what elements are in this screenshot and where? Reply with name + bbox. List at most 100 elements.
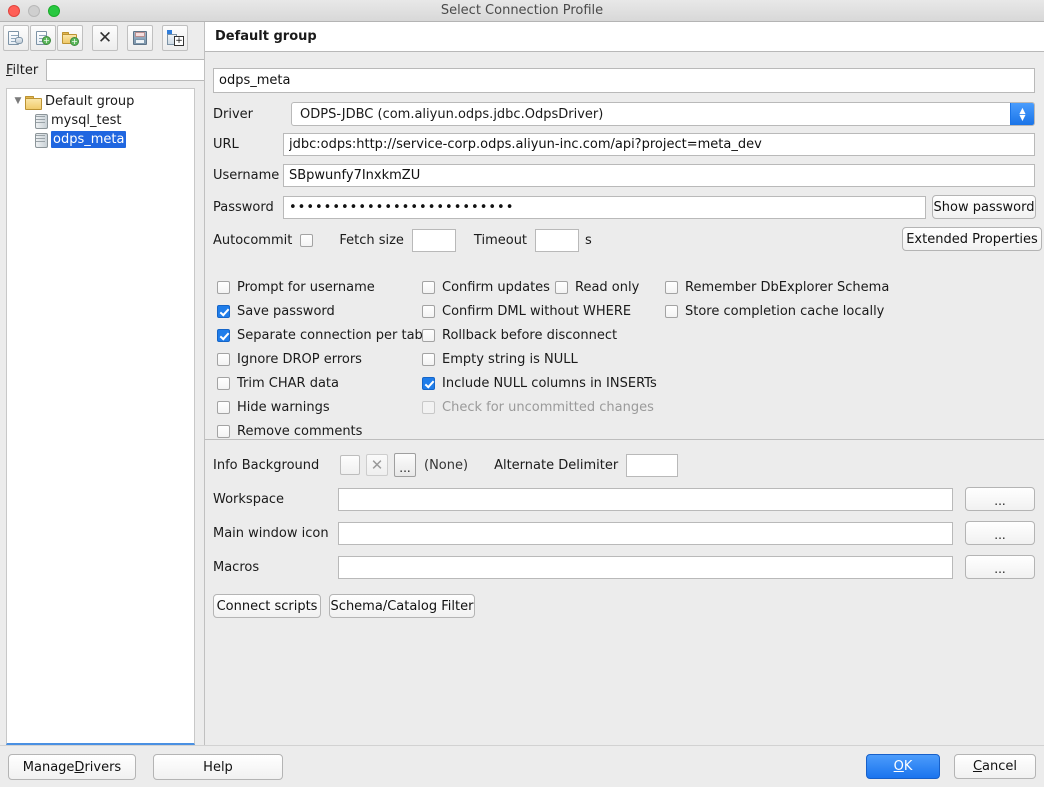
option-rollback-before-disconnect[interactable]: Rollback before disconnect <box>422 328 617 343</box>
url-row: URL <box>213 133 1035 156</box>
filter-label: Filter <box>6 62 39 78</box>
new-profile-in-group-button[interactable]: + <box>162 25 188 51</box>
checkbox[interactable] <box>422 329 435 342</box>
show-password-button[interactable]: Show password <box>932 195 1036 219</box>
schema-catalog-filter-button[interactable]: Schema/Catalog Filter <box>329 594 475 618</box>
checkbox[interactable] <box>217 305 230 318</box>
option-prompt-for-username[interactable]: Prompt for username <box>217 280 375 295</box>
tree-item-odps-meta[interactable]: odps_meta <box>7 130 194 149</box>
option-remove-comments[interactable]: Remove comments <box>217 424 362 439</box>
macros-browse-button[interactable]: ... <box>965 555 1035 579</box>
checkbox[interactable] <box>422 305 435 318</box>
checkbox[interactable] <box>217 401 230 414</box>
tree-item-mysql-test[interactable]: mysql_test <box>7 111 194 130</box>
new-group-button[interactable]: + <box>57 25 83 51</box>
macros-input[interactable] <box>338 555 953 579</box>
username-input[interactable] <box>283 164 1035 187</box>
delete-profile-button[interactable]: ✕ <box>92 25 118 51</box>
timeout-input[interactable] <box>535 229 580 252</box>
choose-color-button[interactable]: ... <box>394 453 416 477</box>
help-button[interactable]: Help <box>153 754 283 780</box>
tree-group-label: Default group <box>45 94 135 109</box>
main-window-icon-input[interactable] <box>338 521 953 545</box>
checkbox[interactable] <box>665 305 678 318</box>
url-input[interactable] <box>283 133 1035 156</box>
option-label: Check for uncommitted changes <box>442 400 654 415</box>
label-part: Manage <box>22 759 75 775</box>
fetch-size-input[interactable] <box>411 229 456 252</box>
label-part: K <box>903 759 913 774</box>
info-background-swatch[interactable] <box>340 455 360 475</box>
checkbox[interactable] <box>217 425 230 438</box>
option-include-null-columns-in-inserts[interactable]: Include NULL columns in INSERTs <box>422 376 657 391</box>
checkbox[interactable] <box>422 353 435 366</box>
option-remember-dbexplorer-schema[interactable]: Remember DbExplorer Schema <box>665 280 889 295</box>
alternate-delimiter-label: Alternate Delimiter <box>494 457 619 473</box>
tree-item-label-selected: odps_meta <box>51 131 127 148</box>
alternate-delimiter-input[interactable] <box>626 453 679 477</box>
option-check-for-uncommitted-changes: Check for uncommitted changes <box>422 400 654 415</box>
manage-drivers-button[interactable]: Manage Drivers <box>8 754 136 780</box>
connect-scripts-button[interactable]: Connect scripts <box>213 594 321 618</box>
checkbox[interactable] <box>217 353 230 366</box>
option-store-completion-cache-locally[interactable]: Store completion cache locally <box>665 304 884 319</box>
new-connection-profile-button[interactable] <box>3 25 29 51</box>
option-confirm-updates[interactable]: Confirm updates <box>422 280 550 295</box>
option-confirm-dml-without-where[interactable]: Confirm DML without WHERE <box>422 304 631 319</box>
username-row: Username <box>213 164 1035 187</box>
connection-profile-tree[interactable]: ▼ Default group mysql_test odps_meta <box>6 88 195 745</box>
option-empty-string-is-null[interactable]: Empty string is NULL <box>422 352 578 367</box>
timeout-unit-label: s <box>585 233 592 248</box>
fetch-size-label: Fetch size <box>339 233 404 248</box>
checkbox[interactable] <box>217 329 230 342</box>
tree-group-row[interactable]: ▼ Default group <box>7 92 194 111</box>
option-label: Save password <box>237 304 335 319</box>
chevron-updown-icon[interactable]: ▲ ▼ <box>1010 103 1034 125</box>
autocommit-checkbox[interactable] <box>300 234 314 247</box>
option-save-password[interactable]: Save password <box>217 304 335 319</box>
driver-label: Driver <box>213 106 254 122</box>
workspace-browse-button[interactable]: ... <box>965 487 1035 511</box>
info-background-value: (None) <box>424 457 469 473</box>
option-hide-warnings[interactable]: Hide warnings <box>217 400 330 415</box>
url-label: URL <box>213 137 239 152</box>
cancel-button[interactable]: Cancel <box>954 754 1036 779</box>
option-separate-connection-per-tab[interactable]: Separate connection per tab <box>217 328 423 343</box>
workspace-input[interactable] <box>338 487 953 511</box>
label-part: ancel <box>982 759 1018 774</box>
floppy-disk-icon <box>131 30 149 46</box>
checkbox[interactable] <box>217 377 230 390</box>
ok-button[interactable]: OK <box>866 754 940 779</box>
checkbox[interactable] <box>555 281 568 294</box>
filter-row: Filter <box>0 56 227 84</box>
main-window-icon-label: Main window icon <box>213 525 329 541</box>
checkbox[interactable] <box>422 377 435 390</box>
mnemonic: C <box>972 759 983 774</box>
info-background-row: Info Background ✕ ... (None) Alternate D… <box>213 453 679 477</box>
copy-profile-button[interactable]: + <box>30 25 56 51</box>
driver-select[interactable]: ODPS-JDBC (com.aliyun.odps.jdbc.OdpsDriv… <box>291 102 1035 126</box>
x-icon[interactable]: ✕ <box>366 454 388 476</box>
script-buttons-row: Connect scripts Schema/Catalog Filter <box>213 594 475 618</box>
option-label: Trim CHAR data <box>237 376 339 391</box>
main-window-icon-browse-button[interactable]: ... <box>965 521 1035 545</box>
profile-name-input[interactable] <box>213 68 1035 93</box>
autocommit-label: Autocommit <box>213 233 293 248</box>
driver-select-value: ODPS-JDBC (com.aliyun.odps.jdbc.OdpsDriv… <box>300 106 604 122</box>
checkbox[interactable] <box>665 281 678 294</box>
timeout-label: Timeout <box>473 233 528 248</box>
x-icon: ✕ <box>97 27 113 48</box>
password-input[interactable] <box>283 195 926 219</box>
checkbox[interactable] <box>217 281 230 294</box>
filter-input[interactable] <box>46 59 227 81</box>
option-ignore-drop-errors[interactable]: Ignore DROP errors <box>217 352 362 367</box>
save-profiles-button[interactable] <box>127 25 153 51</box>
option-label: Prompt for username <box>237 280 375 295</box>
chevron-down-icon[interactable]: ▼ <box>11 97 25 106</box>
option-trim-char-data[interactable]: Trim CHAR data <box>217 376 339 391</box>
option-read-only[interactable]: Read only <box>555 280 639 295</box>
checkbox[interactable] <box>422 281 435 294</box>
extended-properties-button[interactable]: Extended Properties <box>902 227 1042 251</box>
dialog-footer: Manage Drivers Help OK Cancel <box>0 745 1044 787</box>
info-background-label: Info Background <box>213 457 320 473</box>
